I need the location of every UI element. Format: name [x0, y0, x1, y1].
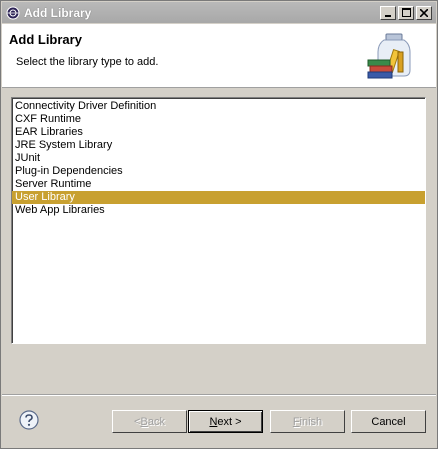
maximize-icon: [401, 8, 411, 17]
eclipse-icon: [6, 6, 20, 19]
list-item[interactable]: Connectivity Driver Definition: [12, 100, 425, 113]
window-title: Add Library: [24, 5, 92, 20]
back-button[interactable]: < Back: [112, 410, 187, 433]
minimize-icon: [385, 14, 391, 17]
next-button-mnemonic: N: [209, 415, 218, 428]
header-description: Select the library type to add.: [16, 56, 159, 68]
help-icon[interactable]: [19, 410, 39, 430]
title-bar[interactable]: Add Library: [2, 2, 436, 23]
maximize-button[interactable]: [398, 5, 414, 20]
back-button-mnemonic: B: [140, 415, 148, 428]
button-bar-separator: [2, 394, 436, 396]
list-item[interactable]: CXF Runtime: [12, 113, 425, 126]
finish-button[interactable]: Finish: [270, 410, 345, 433]
finish-button-label: inish: [299, 415, 323, 428]
minimize-button[interactable]: [380, 5, 396, 20]
finish-button-mnemonic: F: [292, 415, 300, 428]
list-item[interactable]: Web App Libraries: [12, 204, 425, 217]
list-item[interactable]: JUnit: [12, 152, 425, 165]
list-item[interactable]: User Library: [12, 191, 425, 204]
header-title: Add Library: [9, 32, 82, 47]
list-item[interactable]: EAR Libraries: [12, 126, 425, 139]
close-icon: [420, 8, 428, 17]
list-item[interactable]: JRE System Library: [12, 139, 425, 152]
add-library-dialog: Add Library Add Library Select the libra…: [0, 0, 438, 449]
cancel-button-label: Cancel: [371, 415, 406, 428]
library-jar-icon: [367, 33, 411, 79]
list-item[interactable]: Plug-in Dependencies: [12, 165, 425, 178]
back-button-label: ack: [147, 415, 165, 428]
library-type-list[interactable]: Connectivity Driver Definition CXF Runtim…: [11, 97, 426, 344]
cancel-button[interactable]: Cancel: [351, 410, 426, 433]
list-item[interactable]: Server Runtime: [12, 178, 425, 191]
close-button[interactable]: [416, 5, 432, 20]
next-button[interactable]: Next >: [188, 410, 263, 433]
dialog-body: Connectivity Driver Definition CXF Runtim…: [2, 88, 436, 448]
next-button-label: ext >: [217, 415, 242, 428]
wizard-header: Add Library Select the library type to a…: [2, 24, 436, 88]
